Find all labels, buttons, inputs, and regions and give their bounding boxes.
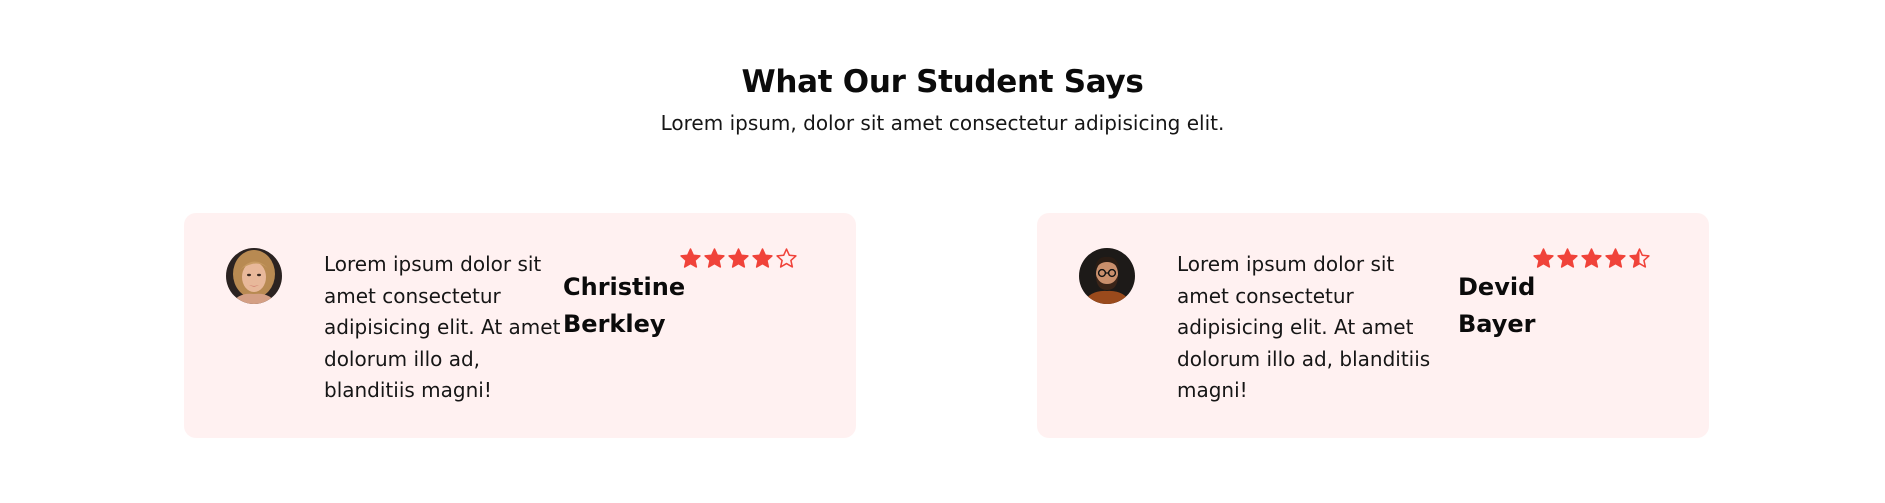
- testimonial-author: Devid Bayer: [1458, 273, 1536, 338]
- star-rating: [1532, 247, 1651, 273]
- section-title: What Our Student Says: [741, 64, 1144, 100]
- testimonials-section: What Our Student Says Lorem ipsum, dolor…: [0, 0, 1885, 503]
- testimonial-author: Christine Berkley: [563, 273, 686, 338]
- star-filled-icon: [728, 248, 749, 268]
- star-filled-icon: [1533, 248, 1554, 268]
- star-filled-icon: [1557, 248, 1578, 268]
- section-subtitle: Lorem ipsum, dolor sit amet consectetur …: [660, 111, 1225, 135]
- star-filled-icon: [752, 248, 773, 268]
- star-filled-icon: [704, 248, 725, 268]
- star-half-icon: [1629, 248, 1650, 268]
- avatar: [226, 248, 282, 304]
- star-empty-icon: [776, 248, 797, 268]
- testimonial-card: Lorem ipsum dolor sit amet consectetur a…: [1037, 213, 1709, 438]
- avatar-male-icon: [1079, 248, 1135, 304]
- testimonial-quote: Lorem ipsum dolor sit amet consectetur a…: [1177, 252, 1431, 402]
- avatar-female-icon: [226, 248, 282, 304]
- star-filled-icon: [1605, 248, 1626, 268]
- testimonial-quote: Lorem ipsum dolor sit amet consectetur a…: [324, 252, 561, 402]
- star-filled-icon: [680, 248, 701, 268]
- testimonial-card: Lorem ipsum dolor sit amet consectetur a…: [184, 213, 856, 438]
- avatar: [1079, 248, 1135, 304]
- star-filled-icon: [1581, 248, 1602, 268]
- star-rating: [679, 247, 798, 273]
